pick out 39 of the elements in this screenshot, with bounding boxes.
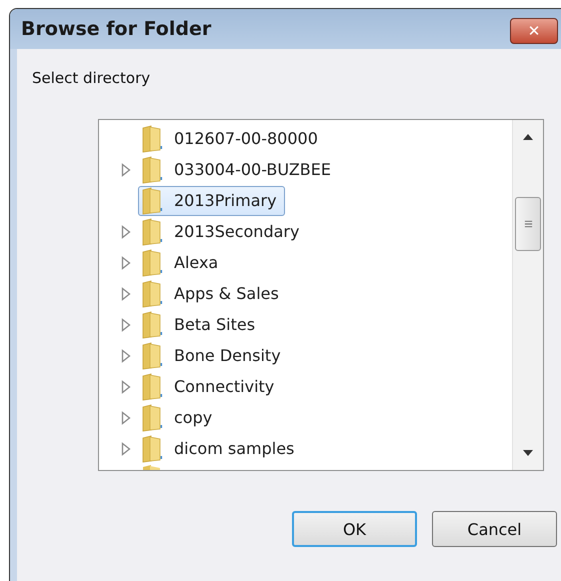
scroll-thumb[interactable] <box>515 197 541 251</box>
folder-icon <box>141 124 163 152</box>
expand-arrow-icon[interactable] <box>121 224 131 238</box>
folder-item[interactable]: Alexa <box>138 248 226 278</box>
expand-arrow-icon[interactable] <box>121 442 131 456</box>
scrollbar[interactable] <box>512 120 543 470</box>
folder-icon <box>141 248 163 276</box>
expand-arrow-icon[interactable] <box>121 162 131 176</box>
scroll-down-icon[interactable] <box>523 450 533 456</box>
expand-arrow-icon[interactable] <box>121 410 131 424</box>
folder-item[interactable]: 033004-00-BUZBEE <box>138 154 339 184</box>
cancel-button[interactable]: Cancel <box>432 511 557 547</box>
folder-icon <box>141 156 163 184</box>
folder-item[interactable]: copy <box>138 402 220 432</box>
folder-icon <box>141 342 163 370</box>
expand-arrow-icon[interactable] <box>121 348 131 362</box>
folder-item[interactable]: Bone Density <box>138 340 289 370</box>
ok-button[interactable]: OK <box>292 511 417 547</box>
window-title: Browse for Folder <box>21 18 212 40</box>
folder-item[interactable]: 2013Primary <box>138 186 285 216</box>
prompt-label: Select directory <box>32 69 152 87</box>
folder-icon <box>141 310 163 338</box>
folder-item[interactable]: dicom samples <box>138 434 302 464</box>
folder-item[interactable]: 012607-00-80000 <box>138 124 326 154</box>
expand-arrow-icon[interactable] <box>121 380 131 394</box>
expand-arrow-icon[interactable] <box>121 318 131 332</box>
folder-item[interactable]: Apps & Sales <box>138 278 287 308</box>
folder-icon <box>141 218 163 246</box>
folder-icon <box>141 280 163 308</box>
folder-icon <box>141 434 163 462</box>
folder-item[interactable]: 2013Secondary <box>138 216 308 246</box>
folder-icon <box>141 404 163 432</box>
folder-item[interactable]: Beta Sites <box>138 310 264 340</box>
expand-arrow-icon[interactable] <box>121 286 131 300</box>
expand-arrow-icon[interactable] <box>121 256 131 270</box>
folder-icon <box>141 186 163 214</box>
scroll-up-icon[interactable] <box>523 134 533 140</box>
folder-item[interactable]: Connectivity <box>138 372 282 402</box>
folder-icon <box>141 372 163 400</box>
